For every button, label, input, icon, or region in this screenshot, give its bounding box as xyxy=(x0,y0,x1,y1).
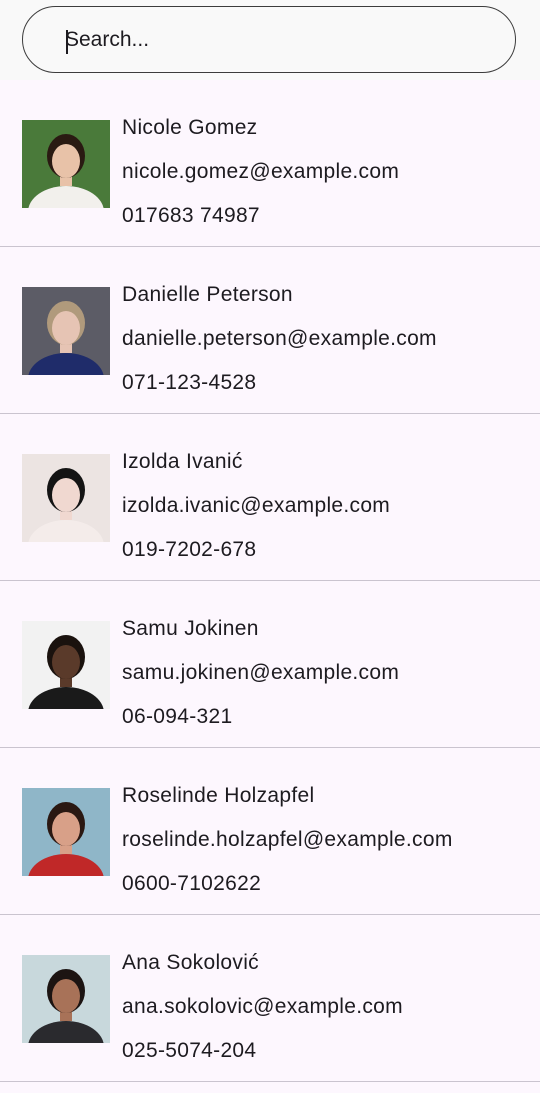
contact-phone: 017683 74987 xyxy=(122,204,260,227)
search-bar-area xyxy=(0,0,540,80)
contact-phone: 071-123-4528 xyxy=(122,371,257,394)
contact-phone: 019-7202-678 xyxy=(122,538,257,561)
contact-email: roselinde.holzapfel@example.com xyxy=(122,828,453,851)
contact-phone: 06-094-321 xyxy=(122,705,233,728)
contact-name: Roselinde Holzapfel xyxy=(122,784,315,807)
contact-phone: 025-5074-204 xyxy=(122,1039,257,1062)
contact-info: Danielle Peterson danielle.peterson@exam… xyxy=(122,273,437,405)
contact-info: Ana Sokolović ana.sokolovic@example.com … xyxy=(122,941,403,1073)
contact-avatar-icon xyxy=(22,788,110,876)
contact-email: samu.jokinen@example.com xyxy=(122,661,400,684)
contact-name: Samu Jokinen xyxy=(122,617,259,640)
text-cursor xyxy=(66,30,68,54)
contact-email: izolda.ivanic@example.com xyxy=(122,494,391,517)
contact-email: ana.sokolovic@example.com xyxy=(122,995,403,1018)
contact-name: Ana Sokolović xyxy=(122,951,259,974)
contact-name: Danielle Peterson xyxy=(122,283,293,306)
contact-info: Izolda Ivanić izolda.ivanic@example.com … xyxy=(122,440,390,572)
contact-list: Nicole Gomez nicole.gomez@example.com 01… xyxy=(0,80,540,1082)
contact-row[interactable]: Samu Jokinen samu.jokinen@example.com 06… xyxy=(0,581,540,748)
contact-row[interactable]: Roselinde Holzapfel roselinde.holzapfel@… xyxy=(0,748,540,915)
contact-name: Nicole Gomez xyxy=(122,116,258,139)
contact-info: Roselinde Holzapfel roselinde.holzapfel@… xyxy=(122,774,453,906)
search-field[interactable] xyxy=(22,6,516,73)
contact-name: Izolda Ivanić xyxy=(122,450,243,473)
contact-avatar-icon xyxy=(22,454,110,542)
contact-row[interactable]: Nicole Gomez nicole.gomez@example.com 01… xyxy=(0,80,540,247)
search-input[interactable] xyxy=(65,7,485,72)
contact-avatar-icon xyxy=(22,621,110,709)
contact-email: danielle.peterson@example.com xyxy=(122,327,437,350)
contact-row[interactable]: Ana Sokolović ana.sokolovic@example.com … xyxy=(0,915,540,1082)
contact-row[interactable]: Danielle Peterson danielle.peterson@exam… xyxy=(0,247,540,414)
contact-avatar-icon xyxy=(22,120,110,208)
contact-info: Nicole Gomez nicole.gomez@example.com 01… xyxy=(122,106,399,238)
contact-avatar-icon xyxy=(22,955,110,1043)
contact-row[interactable]: Izolda Ivanić izolda.ivanic@example.com … xyxy=(0,414,540,581)
contact-avatar-icon xyxy=(22,287,110,375)
contact-phone: 0600-7102622 xyxy=(122,872,262,895)
contact-info: Samu Jokinen samu.jokinen@example.com 06… xyxy=(122,607,399,739)
contact-email: nicole.gomez@example.com xyxy=(122,160,400,183)
